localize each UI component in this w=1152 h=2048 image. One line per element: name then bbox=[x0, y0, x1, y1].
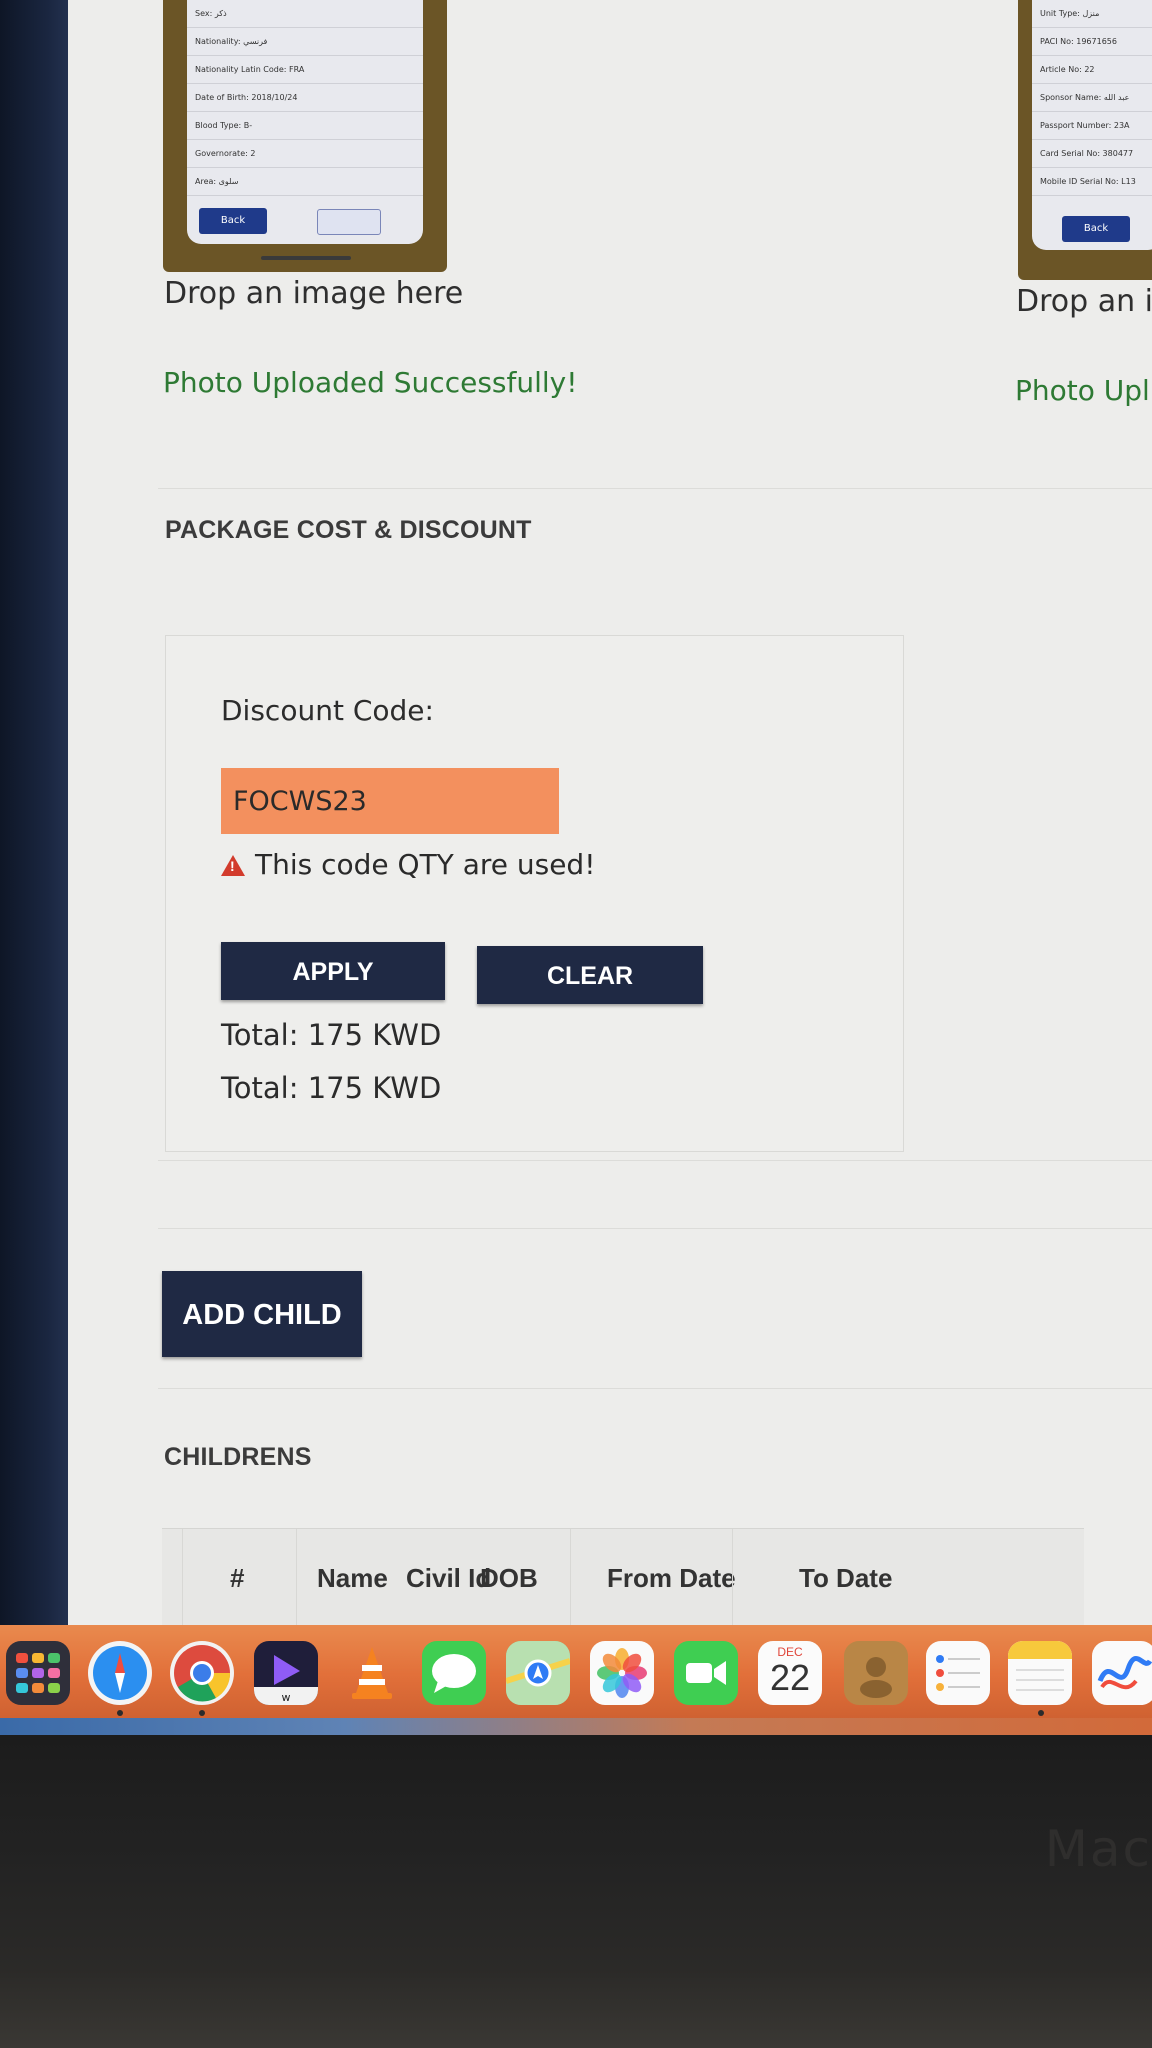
thumb-back-button: Back bbox=[1062, 216, 1130, 242]
id-row: Governorate: 2 bbox=[187, 140, 423, 168]
total-text-2: Total: 175 KWD bbox=[221, 1071, 442, 1105]
id-row: Card Serial No: 380477 bbox=[1032, 140, 1152, 168]
discount-code-input[interactable] bbox=[221, 768, 559, 834]
running-indicator bbox=[117, 1710, 123, 1716]
id-row: Nationality: فرنسي bbox=[187, 28, 423, 56]
id-row: Area: سلوى bbox=[187, 168, 423, 196]
add-child-button[interactable]: ADD CHILD bbox=[162, 1271, 362, 1357]
clear-button[interactable]: CLEAR bbox=[477, 946, 703, 1004]
reminders-icon[interactable] bbox=[926, 1641, 990, 1705]
screen-bezel-left bbox=[0, 0, 68, 1625]
calendar-icon[interactable]: DEC 22 bbox=[758, 1641, 822, 1705]
svg-text:w: w bbox=[282, 1691, 291, 1704]
running-indicator bbox=[1038, 1710, 1044, 1716]
notes-icon[interactable] bbox=[1008, 1641, 1072, 1705]
laptop-bezel-bottom bbox=[0, 1735, 1152, 2048]
id-row: Unit Type: منزل bbox=[1032, 0, 1152, 28]
app-w-icon[interactable]: w bbox=[254, 1641, 318, 1705]
id-row: Article No: 22 bbox=[1032, 56, 1152, 84]
launchpad-icon[interactable] bbox=[6, 1641, 70, 1705]
id-card-screen: Sex: ذكر Nationality: فرنسي Nationality … bbox=[187, 0, 423, 244]
id-row: Date of Birth: 2018/10/24 bbox=[187, 84, 423, 112]
column-divider bbox=[732, 1529, 733, 1626]
apply-button[interactable]: APPLY bbox=[221, 942, 445, 1000]
id-row: PACI No: 19671656 bbox=[1032, 28, 1152, 56]
id-row: Blood Type: B- bbox=[187, 112, 423, 140]
column-divider bbox=[296, 1529, 297, 1626]
dock-reflection bbox=[0, 1718, 1152, 1735]
id-row: Sex: ذكر bbox=[187, 0, 423, 28]
chrome-icon[interactable] bbox=[170, 1641, 234, 1705]
vlc-icon[interactable] bbox=[340, 1641, 404, 1705]
view-toggle-icon bbox=[317, 209, 381, 235]
upload-success-message-2: Photo Upl bbox=[1015, 374, 1150, 407]
uploaded-photo-thumbnail-2: Unit Type: منزل PACI No: 19671656 Articl… bbox=[1018, 0, 1152, 280]
contacts-icon[interactable] bbox=[844, 1641, 908, 1705]
column-header-dob[interactable]: DOB bbox=[480, 1563, 538, 1594]
childrens-section-title: CHILDRENS bbox=[164, 1443, 312, 1471]
total-text: Total: 175 KWD bbox=[221, 1018, 442, 1052]
drop-zone-text[interactable]: Drop an image here bbox=[164, 276, 463, 311]
column-divider bbox=[182, 1529, 183, 1626]
id-row: Sponsor Name: عبد الله bbox=[1032, 84, 1152, 112]
column-header-civil-id[interactable]: Civil Id bbox=[406, 1563, 491, 1594]
column-header-number[interactable]: # bbox=[230, 1563, 244, 1594]
photos-icon[interactable] bbox=[590, 1641, 654, 1705]
home-indicator bbox=[261, 256, 351, 260]
discount-error: This code QTY are used! bbox=[221, 848, 595, 881]
maps-icon[interactable] bbox=[506, 1641, 570, 1705]
freeform-icon[interactable] bbox=[1092, 1641, 1152, 1705]
column-divider bbox=[570, 1529, 571, 1626]
facetime-icon[interactable] bbox=[674, 1641, 738, 1705]
bezel-logo-text: Mac bbox=[1044, 1820, 1152, 1878]
children-table-header: # Name Civil Id DOB From Date To Date bbox=[162, 1528, 1084, 1626]
id-row: Mobile ID Serial No: L13 bbox=[1032, 168, 1152, 196]
upload-success-message: Photo Uploaded Successfully! bbox=[163, 366, 578, 399]
section-divider bbox=[158, 1388, 1152, 1389]
section-divider bbox=[158, 1228, 1152, 1229]
calendar-day: 22 bbox=[769, 1657, 811, 1698]
section-divider bbox=[158, 488, 1152, 489]
column-header-from-date[interactable]: From Date bbox=[607, 1563, 736, 1594]
running-indicator bbox=[199, 1710, 205, 1716]
column-header-to-date[interactable]: To Date bbox=[799, 1563, 892, 1594]
discount-code-label: Discount Code: bbox=[221, 694, 434, 727]
section-divider bbox=[158, 1160, 1152, 1161]
safari-icon[interactable] bbox=[88, 1641, 152, 1705]
discount-error-text: This code QTY are used! bbox=[255, 848, 596, 881]
id-card-screen: Unit Type: منزل PACI No: 19671656 Articl… bbox=[1032, 0, 1152, 250]
thumb-back-button: Back bbox=[199, 208, 267, 234]
drop-zone-text-2[interactable]: Drop an ir bbox=[1016, 284, 1152, 319]
messages-icon[interactable] bbox=[422, 1641, 486, 1705]
id-row: Nationality Latin Code: FRA bbox=[187, 56, 423, 84]
id-row: Passport Number: 23A bbox=[1032, 112, 1152, 140]
warning-icon bbox=[221, 855, 245, 876]
column-header-name[interactable]: Name bbox=[317, 1563, 388, 1594]
package-section-title: PACKAGE COST & DISCOUNT bbox=[165, 516, 532, 544]
uploaded-photo-thumbnail: Sex: ذكر Nationality: فرنسي Nationality … bbox=[163, 0, 447, 272]
